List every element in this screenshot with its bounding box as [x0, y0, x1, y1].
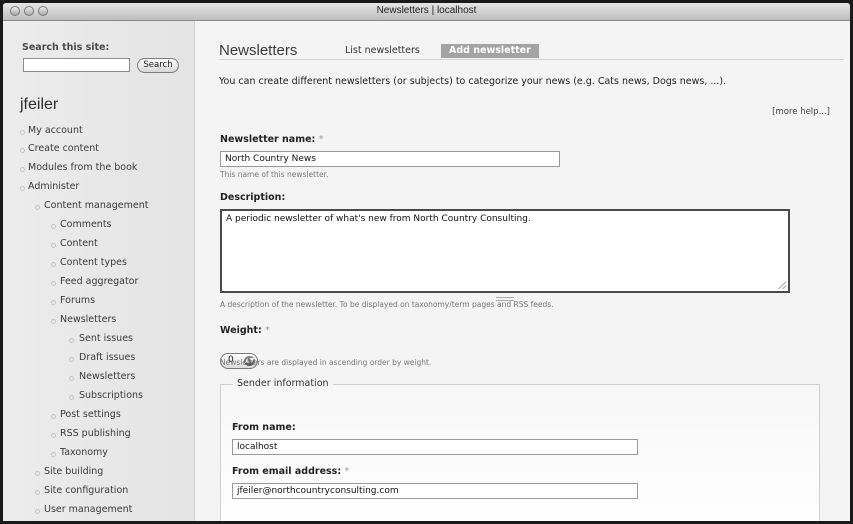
sidebar-item-modules[interactable]: Modules from the book — [28, 162, 137, 173]
required-mark: * — [318, 134, 324, 145]
bullet-icon — [35, 509, 40, 514]
intro-text: You can create different newsletters (or… — [219, 76, 727, 87]
bullet-icon — [69, 357, 74, 362]
description-textarea[interactable]: A periodic newsletter of what's new from… — [220, 209, 790, 293]
sidebar-item-administer[interactable]: Administer — [28, 181, 79, 192]
bullet-icon — [51, 300, 56, 305]
title-bar: Newsletters | localhost — [3, 3, 850, 21]
weight-label: Weight: * — [220, 325, 270, 336]
newsletter-name-label: Newsletter name: * — [220, 134, 323, 145]
bullet-icon — [51, 224, 56, 229]
more-help-link[interactable]: [more help...] — [772, 107, 830, 117]
sidebar-item-site-configuration[interactable]: Site configuration — [44, 485, 128, 496]
window-title: Newsletters | localhost — [376, 5, 477, 16]
sidebar: Search this site: Search jfeiler My acco… — [3, 21, 195, 521]
search-label: Search this site: — [22, 42, 110, 53]
sender-information-legend[interactable]: Sender information — [233, 378, 333, 389]
bullet-icon — [35, 490, 40, 495]
sidebar-item-newsletters[interactable]: Newsletters — [60, 314, 116, 325]
sidebar-item-sent-issues[interactable]: Sent issues — [79, 333, 133, 344]
username-heading: jfeiler — [20, 96, 59, 113]
page-title: Newsletters — [219, 42, 298, 59]
from-name-input[interactable] — [232, 439, 638, 455]
sidebar-item-forums[interactable]: Forums — [60, 295, 95, 306]
sidebar-item-content-types[interactable]: Content types — [60, 257, 127, 268]
sidebar-item-draft-issues[interactable]: Draft issues — [79, 352, 135, 363]
sidebar-item-taxonomy[interactable]: Taxonomy — [60, 447, 108, 458]
textarea-resize-handle[interactable] — [220, 293, 790, 301]
search-input[interactable] — [23, 58, 130, 72]
bullet-icon — [20, 148, 25, 153]
tab-list-newsletters[interactable]: List newsletters — [340, 44, 425, 58]
required-mark: * — [344, 466, 350, 477]
bullet-icon — [51, 319, 56, 324]
bullet-icon — [69, 395, 74, 400]
bullet-icon — [51, 414, 56, 419]
description-help-text: A description of the newsletter. To be d… — [220, 300, 554, 309]
resize-grip-icon[interactable] — [778, 281, 786, 289]
sidebar-item-user-management[interactable]: User management — [44, 504, 132, 515]
bullet-icon — [35, 471, 40, 476]
sidebar-item-content[interactable]: Content — [60, 238, 98, 249]
tab-divider — [219, 59, 844, 60]
sidebar-item-feed-aggregator[interactable]: Feed aggregator — [60, 276, 138, 287]
sidebar-item-comments[interactable]: Comments — [60, 219, 112, 230]
bullet-icon — [69, 376, 74, 381]
bullet-icon — [35, 205, 40, 210]
from-email-input[interactable] — [232, 483, 638, 499]
sidebar-item-post-settings[interactable]: Post settings — [60, 409, 121, 420]
sidebar-item-my-account[interactable]: My account — [28, 125, 83, 136]
bullet-icon — [20, 167, 25, 172]
browser-window: Newsletters | localhost Search this site… — [3, 3, 850, 521]
newsletter-name-input[interactable] — [220, 151, 560, 167]
sidebar-item-newsletters-list[interactable]: Newsletters — [79, 371, 135, 382]
from-email-label-text: From email address: — [232, 466, 342, 477]
from-email-label: From email address: * — [232, 466, 349, 477]
sidebar-item-rss-publishing[interactable]: RSS publishing — [60, 428, 131, 439]
sidebar-item-subscriptions[interactable]: Subscriptions — [79, 390, 143, 401]
bullet-icon — [20, 186, 25, 191]
newsletter-name-description: This name of this newsletter. — [220, 170, 329, 179]
bullet-icon — [51, 433, 56, 438]
bullet-icon — [69, 338, 74, 343]
main-content: Newsletters List newsletters Add newslet… — [195, 21, 850, 521]
description-label: Description: — [220, 192, 286, 203]
bullet-icon — [51, 262, 56, 267]
search-button[interactable]: Search — [137, 58, 179, 73]
weight-description: Newsletters are displayed in ascending o… — [220, 358, 432, 367]
tab-add-newsletter[interactable]: Add newsletter — [441, 44, 539, 58]
sidebar-item-content-management[interactable]: Content management — [44, 200, 148, 211]
newsletter-name-label-text: Newsletter name: — [220, 134, 316, 145]
bullet-icon — [51, 243, 56, 248]
required-mark: * — [265, 325, 270, 336]
sidebar-item-site-building[interactable]: Site building — [44, 466, 103, 477]
bullet-icon — [51, 452, 56, 457]
sender-information-fieldset: Sender information From name: From email… — [220, 378, 820, 521]
bullet-icon — [20, 130, 25, 135]
description-textarea-value: A periodic newsletter of what's new from… — [226, 214, 531, 224]
bullet-icon — [51, 281, 56, 286]
weight-label-text: Weight: — [220, 325, 262, 336]
sidebar-item-create-content[interactable]: Create content — [28, 143, 99, 154]
from-name-label: From name: — [232, 422, 296, 433]
